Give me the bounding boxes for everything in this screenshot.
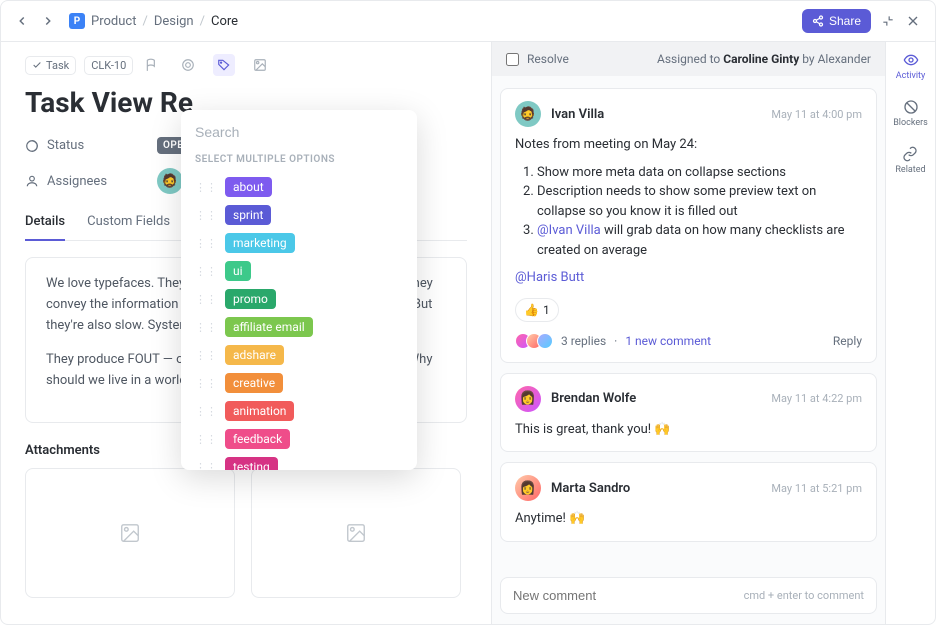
- tab-custom-fields[interactable]: Custom Fields: [87, 214, 170, 240]
- reply-avatars[interactable]: [515, 333, 553, 349]
- drag-handle-icon[interactable]: ⋮⋮: [195, 209, 217, 222]
- resolve-checkbox[interactable]: [506, 53, 519, 66]
- comment-author: Brendan Wolfe: [551, 391, 636, 406]
- nav-forward-icon[interactable]: [41, 14, 55, 28]
- tag-option[interactable]: ⋮⋮creative: [181, 369, 417, 397]
- drag-handle-icon[interactable]: ⋮⋮: [195, 405, 217, 418]
- comment: 👩 Brendan Wolfe May 11 at 4:22 pm This i…: [500, 373, 877, 453]
- breadcrumb: P Product / Design / Core: [69, 13, 238, 29]
- tag-option[interactable]: ⋮⋮sprint: [181, 201, 417, 229]
- comment-time: May 11 at 4:22 pm: [771, 392, 862, 405]
- comment: 👩 Marta Sandro May 11 at 5:21 pm Anytime…: [500, 462, 877, 542]
- tag-option[interactable]: ⋮⋮promo: [181, 285, 417, 313]
- share-button[interactable]: Share: [802, 9, 871, 33]
- task-type-chip[interactable]: Task: [25, 56, 76, 75]
- assigned-to: Assigned to Caroline Ginty by Alexander: [657, 52, 871, 66]
- status-label: Status: [25, 138, 145, 153]
- close-icon[interactable]: [905, 13, 921, 29]
- breadcrumb-item[interactable]: Product: [91, 14, 136, 29]
- drag-handle-icon[interactable]: ⋮⋮: [195, 377, 217, 390]
- comment-time: May 11 at 4:00 pm: [771, 108, 862, 121]
- tab-details[interactable]: Details: [25, 214, 65, 241]
- flag-icon[interactable]: [141, 54, 163, 76]
- comment-author: Ivan Villa: [551, 107, 604, 122]
- drag-handle-icon[interactable]: ⋮⋮: [195, 293, 217, 306]
- comment-author: Marta Sandro: [551, 481, 630, 496]
- assignees-label: Assignees: [25, 174, 145, 189]
- drag-handle-icon[interactable]: ⋮⋮: [195, 265, 217, 278]
- topbar: P Product / Design / Core Share: [1, 1, 935, 42]
- tag-option[interactable]: ⋮⋮feedback: [181, 425, 417, 453]
- assignee-avatar[interactable]: 🧔: [157, 168, 183, 194]
- tag-option[interactable]: ⋮⋮adshare: [181, 341, 417, 369]
- drag-handle-icon[interactable]: ⋮⋮: [195, 461, 217, 471]
- tag-option[interactable]: ⋮⋮animation: [181, 397, 417, 425]
- drag-handle-icon[interactable]: ⋮⋮: [195, 349, 217, 362]
- drag-handle-icon[interactable]: ⋮⋮: [195, 181, 217, 194]
- rail-activity[interactable]: Activity: [896, 52, 925, 81]
- image-icon[interactable]: [249, 54, 271, 76]
- comments-panel: Resolve Assigned to Caroline Ginty by Al…: [491, 42, 885, 624]
- rail-related[interactable]: Related: [895, 146, 925, 175]
- new-comment-indicator[interactable]: 1 new comment: [625, 332, 711, 350]
- breadcrumb-item[interactable]: Design: [154, 14, 194, 29]
- resolve-label: Resolve: [527, 52, 569, 66]
- target-icon[interactable]: [177, 54, 199, 76]
- right-rail: Activity Blockers Related: [885, 42, 935, 624]
- mention[interactable]: @Haris Butt: [515, 270, 584, 285]
- drag-handle-icon[interactable]: ⋮⋮: [195, 321, 217, 334]
- avatar[interactable]: 👩: [515, 386, 541, 412]
- tag-option[interactable]: ⋮⋮affiliate email: [181, 313, 417, 341]
- main-panel: Task CLK-10 Task View Re Status OPE: [1, 42, 491, 624]
- avatar[interactable]: 👩: [515, 475, 541, 501]
- rail-blockers[interactable]: Blockers: [893, 99, 928, 128]
- dropdown-heading: SELECT MULTIPLE OPTIONS: [181, 150, 417, 173]
- drag-handle-icon[interactable]: ⋮⋮: [195, 433, 217, 446]
- attachment-placeholder[interactable]: [25, 468, 235, 598]
- mention[interactable]: @Ivan Villa: [537, 223, 601, 238]
- task-id-chip[interactable]: CLK-10: [84, 56, 133, 75]
- drag-handle-icon[interactable]: ⋮⋮: [195, 237, 217, 250]
- tag-option[interactable]: ⋮⋮ui: [181, 257, 417, 285]
- replies-count[interactable]: 3 replies: [561, 332, 606, 350]
- tag-search-input[interactable]: [181, 118, 417, 150]
- tag-icon[interactable]: [213, 54, 235, 76]
- comment-time: May 11 at 5:21 pm: [771, 482, 862, 495]
- attachment-placeholder[interactable]: [251, 468, 461, 598]
- avatar[interactable]: 🧔: [515, 101, 541, 127]
- nav-back-icon[interactable]: [15, 14, 29, 28]
- comment-input[interactable]: [513, 588, 744, 603]
- tag-option[interactable]: ⋮⋮testing: [181, 453, 417, 470]
- comment: 🧔 Ivan Villa May 11 at 4:00 pm Notes fro…: [500, 88, 877, 363]
- tag-option[interactable]: ⋮⋮marketing: [181, 229, 417, 257]
- composer-hint: cmd + enter to comment: [744, 589, 864, 602]
- comment-composer[interactable]: cmd + enter to comment: [500, 577, 877, 614]
- breadcrumb-item[interactable]: Core: [211, 14, 238, 29]
- tag-dropdown: SELECT MULTIPLE OPTIONS ⋮⋮about⋮⋮sprint⋮…: [181, 110, 417, 470]
- space-icon: P: [69, 13, 85, 29]
- reaction-button[interactable]: 👍1: [515, 298, 559, 322]
- reply-button[interactable]: Reply: [833, 332, 862, 350]
- tag-option[interactable]: ⋮⋮about: [181, 173, 417, 201]
- collapse-icon[interactable]: [881, 14, 895, 28]
